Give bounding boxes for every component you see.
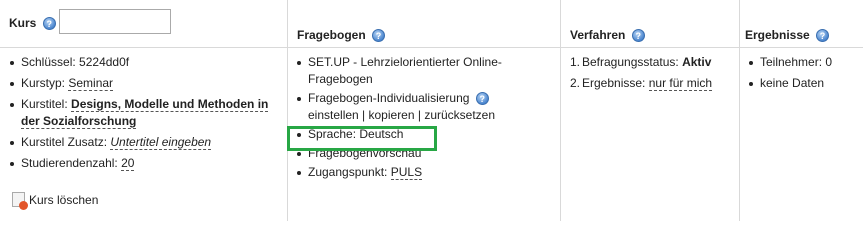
befragungsstatus-value[interactable]: Aktiv (682, 55, 711, 69)
kurs-title: Kurs ? (9, 16, 56, 31)
sprache-highlight-box (287, 126, 437, 151)
verfahren-list: 1. Befragungsstatus: Aktiv 2. Ergebnisse… (570, 54, 735, 96)
kopieren-link[interactable]: kopieren (369, 108, 415, 122)
list-item-kurstyp: Kurstyp: Seminar (10, 75, 275, 92)
help-icon[interactable]: ? (372, 29, 386, 43)
list-item-setup: SET.UP - Lehrzielorientierter Online-Fra… (297, 54, 552, 88)
course-table: Kurs ? Schlüssel: 5224dd0f Kurstyp: Semi… (0, 0, 863, 221)
column-fragebogen: Fragebogen ? SET.UP - Lehrzielorientiert… (288, 0, 561, 221)
studierendenzahl-link[interactable]: 20 (121, 156, 135, 171)
list-item-befragungsstatus: 1. Befragungsstatus: Aktiv (570, 55, 712, 69)
ergebnisse-list: Teilnehmer: 0 keine Daten (749, 54, 859, 96)
zugangspunkt-link[interactable]: PULS (390, 165, 423, 180)
fragebogen-list: SET.UP - Lehrzielorientierter Online-Fra… (297, 54, 552, 185)
list-item-zugangspunkt: Zugangspunkt: PULS (297, 164, 552, 181)
column-kurs: Kurs ? Schlüssel: 5224dd0f Kurstyp: Semi… (0, 0, 288, 221)
kurstitel-zusatz-link[interactable]: Untertitel eingeben (110, 135, 212, 150)
delete-document-icon (12, 192, 28, 210)
help-icon[interactable]: ? (631, 29, 645, 43)
header-ergebnisse: Ergebnisse ? (740, 0, 863, 48)
zuruecksetzen-link[interactable]: zurücksetzen (424, 108, 495, 122)
kurs-search-input[interactable] (59, 9, 171, 34)
einstellen-link[interactable]: einstellen (308, 108, 359, 122)
list-item-teilnehmer: Teilnehmer: 0 (749, 54, 859, 71)
kurs-loeschen-button[interactable]: Kurs löschen (12, 192, 98, 210)
ergebnisse-link[interactable]: nur für mich (648, 76, 713, 91)
list-item-keine-daten: keine Daten (749, 75, 859, 92)
ergebnisse-title: Ergebnisse ? (745, 28, 830, 43)
list-item-ergebnisse: 2. Ergebnisse: nur für mich (570, 76, 713, 91)
kurstyp-link[interactable]: Seminar (68, 76, 114, 91)
help-icon[interactable]: ? (475, 92, 489, 106)
list-item-studierendenzahl: Studierendenzahl: 20 (10, 155, 275, 172)
help-icon[interactable]: ? (816, 29, 830, 43)
list-item-kurstitel: Kurstitel: Designs, Modelle und Methoden… (10, 96, 275, 130)
list-item-kurstitel-zusatz: Kurstitel Zusatz: Untertitel eingeben (10, 134, 275, 151)
list-item-schluessel: Schlüssel: 5224dd0f (10, 54, 275, 71)
fragebogen-title: Fragebogen ? (297, 28, 386, 43)
header-fragebogen: Fragebogen ? (288, 0, 560, 48)
verfahren-title: Verfahren ? (570, 28, 645, 43)
column-verfahren: Verfahren ? 1. Befragungsstatus: Aktiv 2… (561, 0, 740, 221)
help-icon[interactable]: ? (42, 17, 56, 31)
header-verfahren: Verfahren ? (561, 0, 739, 48)
list-item-individualisierung: Fragebogen-Individualisierung ? einstell… (297, 90, 552, 124)
column-ergebnisse: Ergebnisse ? Teilnehmer: 0 keine Daten (740, 0, 863, 221)
kurs-list: Schlüssel: 5224dd0f Kurstyp: Seminar Kur… (10, 54, 275, 176)
header-kurs: Kurs ? (0, 0, 287, 48)
